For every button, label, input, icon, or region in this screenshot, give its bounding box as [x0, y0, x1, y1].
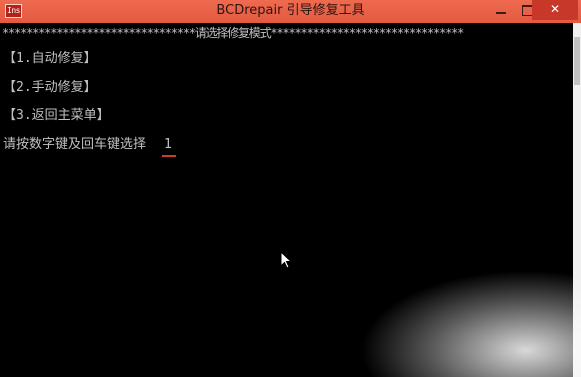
menu-banner: ********************************请选择修复模式*…: [2, 26, 464, 40]
minimize-icon: [496, 12, 506, 14]
title-bar[interactable]: Ins BCDrepair 引导修复工具 ✕: [0, 0, 581, 23]
minimize-button[interactable]: [488, 0, 514, 20]
option-auto-repair: 【1.自动修复】: [3, 51, 97, 66]
text-caret: [162, 155, 176, 157]
mouse-pointer-icon: [280, 251, 292, 269]
console-window: Ins BCDrepair 引导修复工具 ✕ *****************…: [0, 0, 581, 377]
close-button[interactable]: ✕: [532, 0, 578, 20]
console-input[interactable]: 1: [164, 137, 172, 153]
close-icon: ✕: [549, 2, 561, 16]
console-area[interactable]: ********************************请选择修复模式*…: [0, 23, 573, 377]
scrollbar-thumb[interactable]: [574, 37, 580, 85]
option-manual-repair: 【2.手动修复】: [3, 80, 97, 95]
input-prompt: 请按数字键及回车键选择: [3, 137, 147, 152]
vertical-scrollbar[interactable]: [573, 23, 581, 377]
option-return-main-menu: 【3.返回主菜单】: [3, 108, 110, 123]
